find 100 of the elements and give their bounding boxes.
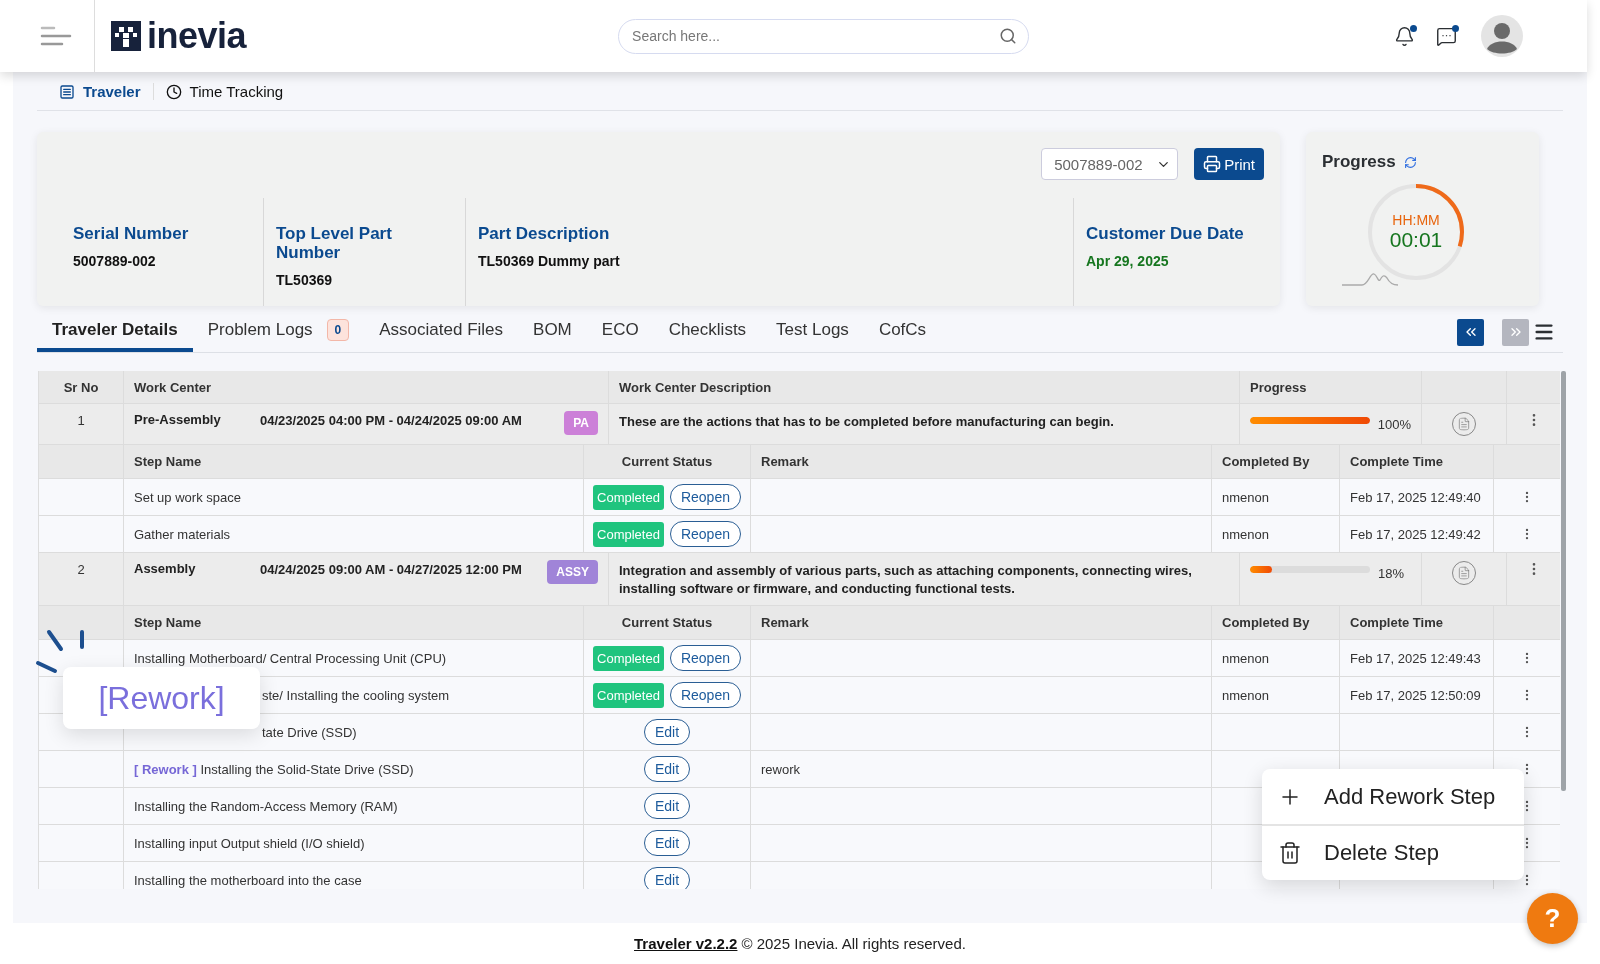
collapse-button[interactable] <box>1457 318 1484 346</box>
list-icon <box>59 83 75 100</box>
status-badge: Completed <box>593 484 664 510</box>
status-badge: Completed <box>593 521 664 547</box>
work-center-tag: ASSY <box>547 560 598 584</box>
complete-time: Feb 17, 2025 12:49:43 <box>1350 650 1481 666</box>
copyright-text: © 2025 Inevia. All rights reserved. <box>741 935 966 952</box>
wave-icon <box>1342 270 1398 286</box>
column-header: Remark <box>761 454 809 469</box>
menu-item[interactable]: Add Rework Step <box>1262 769 1524 824</box>
trash-icon <box>1278 841 1302 865</box>
progress-percent: 18% <box>1378 566 1405 581</box>
step-name: tate Drive (SSD) <box>261 724 357 740</box>
complete-time: Feb 17, 2025 12:49:42 <box>1350 526 1481 542</box>
menu-icon[interactable] <box>1533 321 1555 343</box>
print-button[interactable]: Print <box>1194 148 1264 180</box>
remark: rework <box>761 761 800 777</box>
column-header: Completed By <box>1222 615 1310 630</box>
column-header: Complete Time <box>1350 454 1443 469</box>
work-center-name: Pre-Assembly <box>134 412 222 427</box>
time-unit: HH:MM <box>1392 212 1440 228</box>
tab[interactable]: CofCs <box>863 312 942 352</box>
field-label: Customer Due Date <box>1086 224 1245 243</box>
step-action-button[interactable]: Edit <box>643 793 691 819</box>
count-badge: 0 <box>326 319 350 341</box>
completed-by: nmenon <box>1222 526 1269 542</box>
refresh-icon[interactable] <box>1403 155 1417 169</box>
table-cell: 2 <box>77 562 85 577</box>
column-header: Current Status <box>621 454 713 469</box>
serial-select[interactable]: 5007889-002 <box>1041 148 1179 180</box>
field-label: Part Description <box>478 224 611 243</box>
subnav-tab[interactable]: Time Tracking <box>153 83 296 100</box>
step-name: Installing Motherboard/ Central Processing Unit (CPU) <box>134 650 447 666</box>
column-header: Work Center <box>134 379 212 395</box>
field-value: TL50369 Dummy part <box>478 253 621 269</box>
scrollbar[interactable] <box>1561 371 1566 791</box>
elapsed-time: 00:01 <box>1389 228 1443 252</box>
work-center-tag: PA <box>564 411 598 435</box>
spark-drawing <box>35 629 87 675</box>
step-name: Installing the Random-Access Memory (RAM) <box>134 798 398 814</box>
work-center-description: These are the actions that has to be completed before manufacturing can begin. <box>619 413 1114 431</box>
step-action-button[interactable]: Reopen <box>669 521 741 547</box>
search-icon[interactable] <box>999 26 1018 45</box>
step-name: Set up work space <box>134 489 241 505</box>
search-field[interactable]: Search here... <box>618 18 1030 54</box>
step-action-button[interactable]: Edit <box>643 756 691 782</box>
tab[interactable]: ECO <box>586 312 654 352</box>
bell-icon[interactable] <box>1394 25 1416 47</box>
work-center-description: Integration and assembly of various parts, such as attaching components, connecting wires, installing software or firmware, and conducting functional tests. <box>619 562 1193 598</box>
progress-percent: 100% <box>1377 417 1411 432</box>
tab[interactable]: Problem Logs 0 <box>192 312 365 352</box>
column-header: Progress <box>1250 379 1307 395</box>
column-header: Sr No <box>63 379 99 395</box>
tab[interactable]: Test Logs <box>761 312 864 352</box>
step-action-button[interactable]: Reopen <box>669 484 741 510</box>
clock-icon <box>165 83 182 100</box>
progress-title: Progress <box>1322 152 1396 172</box>
step-name: Installing the motherboard into the case <box>134 872 362 888</box>
column-header: Remark <box>761 615 809 630</box>
field-value: 5007889-002 <box>73 253 157 269</box>
step-name: Gather materials <box>134 526 231 542</box>
step-name: [ Rework ] Installing the Solid-State Drive (SSD) <box>134 761 414 777</box>
avatar[interactable] <box>1481 15 1524 57</box>
step-action-button[interactable]: Edit <box>643 830 691 856</box>
menu-item[interactable]: Delete Step <box>1262 824 1524 880</box>
completed-by: nmenon <box>1222 650 1269 666</box>
chat-icon[interactable] <box>1436 25 1458 47</box>
tab[interactable]: BOM <box>518 312 587 352</box>
step-name: Installing input Output shield (I/O shield) <box>134 835 365 851</box>
column-header: Step Name <box>134 454 202 469</box>
column-header: Complete Time <box>1350 615 1443 630</box>
step-action-button[interactable]: Reopen <box>669 645 741 671</box>
logo-text: inevia <box>147 15 247 57</box>
tab[interactable]: Associated Files <box>364 312 519 352</box>
status-badge: Completed <box>593 645 664 671</box>
column-header: Completed By <box>1222 454 1310 469</box>
complete-time: Feb 17, 2025 12:50:09 <box>1350 687 1481 703</box>
subnav-tab[interactable]: Traveler <box>47 83 154 100</box>
field-value: Apr 29, 2025 <box>1086 253 1170 269</box>
field-label: Top Level Part Number <box>276 224 393 262</box>
field-value: TL50369 <box>276 272 334 288</box>
step-action-button[interactable]: Reopen <box>669 682 741 708</box>
work-center-name: Assembly <box>134 561 197 576</box>
rework-callout: [Rework] <box>63 667 260 729</box>
version-link[interactable]: Traveler v2.2.2 <box>634 935 738 952</box>
logo-icon <box>111 21 141 51</box>
step-action-button[interactable]: Edit <box>643 719 691 745</box>
field-label: Serial Number <box>73 224 190 243</box>
column-header: Work Center Description <box>619 379 772 395</box>
tab[interactable]: Checklists <box>653 312 762 352</box>
printer-icon <box>1203 155 1222 173</box>
column-header: Step Name <box>134 615 202 630</box>
complete-time: Feb 17, 2025 12:49:40 <box>1350 489 1481 505</box>
tab[interactable]: Traveler Details <box>37 312 193 352</box>
completed-by: nmenon <box>1222 489 1269 505</box>
column-header: Current Status <box>621 615 713 630</box>
date-range: 04/24/2025 09:00 AM - 04/27/2025 12:00 PM <box>260 562 522 577</box>
completed-by: nmenon <box>1222 687 1269 703</box>
status-badge: Completed <box>593 682 664 708</box>
step-action-button[interactable]: Edit <box>643 867 691 889</box>
